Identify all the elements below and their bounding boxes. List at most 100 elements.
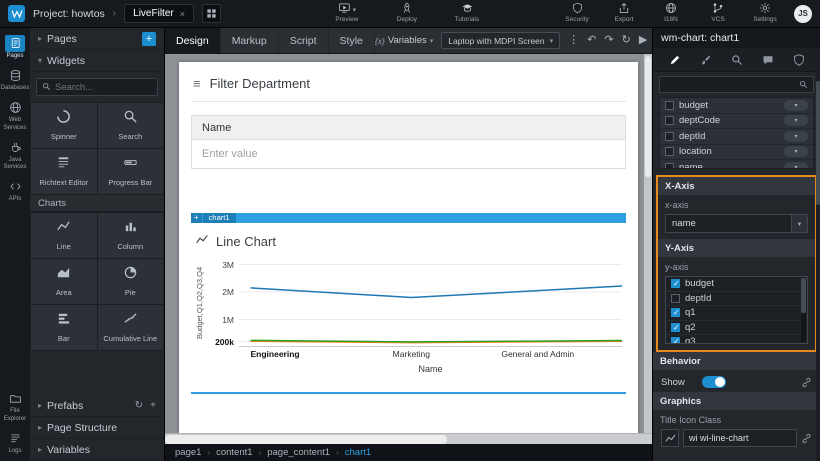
title-icon-class-input[interactable]: wi wi-line-chart bbox=[683, 429, 797, 447]
dataset-field-row[interactable]: name ▾ bbox=[660, 160, 813, 169]
refresh-icon[interactable]: ↻ bbox=[135, 400, 143, 411]
widget-tile-area[interactable]: Area bbox=[31, 259, 97, 304]
canvas-horizontal-scrollbar[interactable] bbox=[165, 433, 652, 444]
deploy-button[interactable]: Deploy bbox=[389, 3, 425, 24]
vcs-button[interactable]: VCS bbox=[700, 3, 736, 24]
user-avatar[interactable]: JS bbox=[794, 5, 812, 23]
bind-icon[interactable] bbox=[801, 377, 812, 388]
settings-button[interactable]: Settings bbox=[747, 3, 783, 24]
xaxis-section-header[interactable]: X-Axis bbox=[658, 177, 815, 195]
checkbox[interactable] bbox=[665, 163, 674, 169]
dataset-field-row[interactable]: deptCode ▾ bbox=[660, 114, 813, 130]
widget-tile-progress-bar[interactable]: Progress Bar bbox=[98, 149, 164, 194]
scrollbar-thumb[interactable] bbox=[645, 56, 651, 177]
tab-security[interactable] bbox=[787, 48, 811, 72]
variables-button[interactable]: {x} Variables ▾ bbox=[375, 35, 433, 46]
scrollbar-thumb[interactable] bbox=[816, 81, 820, 205]
pages-section-header[interactable]: ▸ Pages + bbox=[30, 28, 164, 50]
kebab-menu-icon[interactable]: ⋮ bbox=[568, 35, 579, 46]
tab-styles[interactable] bbox=[694, 48, 718, 72]
rail-item-databases[interactable]: Databases bbox=[0, 65, 30, 94]
checkbox[interactable] bbox=[665, 116, 674, 125]
close-icon[interactable]: × bbox=[180, 9, 185, 19]
add-prefab-icon[interactable]: + bbox=[150, 400, 156, 411]
chevron-down-icon[interactable]: ▾ bbox=[784, 100, 808, 111]
pages-grid-icon[interactable] bbox=[202, 4, 221, 23]
checkbox[interactable] bbox=[671, 294, 680, 303]
tab-markup[interactable]: Markup bbox=[221, 28, 279, 53]
chevron-down-icon[interactable]: ▾ bbox=[784, 162, 808, 169]
page-tab-livefilter[interactable]: LiveFilter × bbox=[124, 4, 194, 23]
chart-widget[interactable]: Line Chart Budget,Q1,Q2,Q3,Q4 3M2M1M200k… bbox=[191, 223, 626, 392]
widget-tile-richtext-editor[interactable]: Richtext Editor bbox=[31, 149, 97, 194]
breadcrumb-page-content1[interactable]: page_content1 bbox=[267, 447, 330, 458]
rail-item-pages[interactable]: Pages bbox=[0, 33, 30, 62]
add-page-button[interactable]: + bbox=[142, 32, 156, 46]
variables-section-header[interactable]: ▸ Variables bbox=[30, 439, 164, 461]
run-icon[interactable]: ▶ bbox=[639, 35, 647, 46]
checkbox[interactable] bbox=[671, 323, 680, 332]
drag-handle-icon[interactable]: + bbox=[191, 213, 202, 223]
wavemaker-logo-icon[interactable] bbox=[8, 5, 25, 22]
dataset-field-row[interactable]: location ▾ bbox=[660, 145, 813, 161]
show-toggle[interactable] bbox=[702, 376, 726, 388]
refresh-icon[interactable]: ↻ bbox=[622, 35, 631, 46]
breadcrumb-chart1[interactable]: chart1 bbox=[345, 447, 371, 458]
checkbox[interactable] bbox=[671, 308, 680, 317]
checkbox[interactable] bbox=[671, 337, 680, 344]
page-structure-section-header[interactable]: ▸ Page Structure bbox=[30, 417, 164, 439]
chevron-down-icon[interactable]: ▾ bbox=[784, 146, 808, 157]
yaxis-option-row[interactable]: q1 bbox=[666, 306, 807, 321]
widget-tile-bar[interactable]: Bar bbox=[31, 305, 97, 350]
device-select[interactable]: Laptop with MDPI Screen ▾ bbox=[441, 32, 560, 49]
graphics-section-header[interactable]: Graphics bbox=[653, 392, 820, 410]
yaxis-option-row[interactable]: q2 bbox=[666, 321, 807, 336]
security-button[interactable]: Security bbox=[559, 3, 595, 24]
checkbox[interactable] bbox=[671, 279, 680, 288]
selected-chart-widget[interactable]: + chart1 Line Chart Budget,Q1, bbox=[191, 213, 626, 394]
rail-item-logs[interactable]: Logs bbox=[0, 428, 30, 457]
widget-tile-search[interactable]: Search bbox=[98, 103, 164, 148]
undo-icon[interactable]: ↶ bbox=[587, 35, 596, 46]
tab-style[interactable]: Style bbox=[329, 28, 375, 53]
panel-scrollbar[interactable] bbox=[816, 48, 820, 461]
yaxis-option-row[interactable]: q3 bbox=[666, 335, 807, 344]
widget-search[interactable] bbox=[36, 78, 158, 96]
yaxis-listbox[interactable]: budget deptId q1 q2 bbox=[665, 276, 808, 344]
dataset-field-row[interactable]: budget ▾ bbox=[660, 98, 813, 114]
scrollbar-thumb[interactable] bbox=[801, 278, 806, 313]
checkbox[interactable] bbox=[665, 101, 674, 110]
design-canvas[interactable]: ≡ Filter Department Name + bbox=[165, 54, 652, 433]
bind-icon[interactable] bbox=[801, 433, 812, 444]
tab-search-properties[interactable] bbox=[725, 48, 749, 72]
widget-tile-line[interactable]: Line bbox=[31, 213, 97, 258]
breadcrumb-page1[interactable]: page1 bbox=[175, 447, 201, 458]
checkbox[interactable] bbox=[665, 147, 674, 156]
widget-tile-column[interactable]: Column bbox=[98, 213, 164, 258]
chevron-down-icon[interactable]: ▾ bbox=[784, 131, 808, 142]
tab-comments[interactable] bbox=[756, 48, 780, 72]
widget-search-input[interactable] bbox=[55, 82, 152, 93]
canvas-page[interactable]: ≡ Filter Department Name + bbox=[179, 62, 638, 433]
xaxis-select[interactable]: name ▾ bbox=[665, 214, 808, 233]
widget-tile-cumulative-line[interactable]: Cumulative Line bbox=[98, 305, 164, 350]
selection-toolbar[interactable]: + chart1 bbox=[191, 213, 626, 223]
yaxis-option-row[interactable]: budget bbox=[666, 277, 807, 292]
prefabs-section-header[interactable]: ▸ Prefabs ↻ + bbox=[30, 395, 164, 417]
widget-tile-spinner[interactable]: Spinner bbox=[31, 103, 97, 148]
rail-item-file-explorer[interactable]: File Explorer bbox=[0, 388, 30, 424]
breadcrumb-content1[interactable]: content1 bbox=[216, 447, 252, 458]
dataset-field-row[interactable]: deptId ▾ bbox=[660, 129, 813, 145]
rail-item-web-services[interactable]: Web Services bbox=[0, 97, 30, 133]
listbox-scrollbar[interactable] bbox=[801, 278, 806, 342]
property-search-input[interactable] bbox=[665, 79, 795, 90]
export-button[interactable]: Export bbox=[606, 3, 642, 24]
tab-script[interactable]: Script bbox=[279, 28, 329, 53]
widget-tile-pie[interactable]: Pie bbox=[98, 259, 164, 304]
property-search[interactable] bbox=[659, 76, 814, 93]
redo-icon[interactable]: ↷ bbox=[604, 35, 613, 46]
widgets-section-header[interactable]: ▾ Widgets bbox=[30, 50, 164, 72]
canvas-vertical-scrollbar[interactable] bbox=[644, 54, 652, 433]
yaxis-option-row[interactable]: deptId bbox=[666, 292, 807, 307]
scrollbar-thumb[interactable] bbox=[165, 435, 447, 444]
